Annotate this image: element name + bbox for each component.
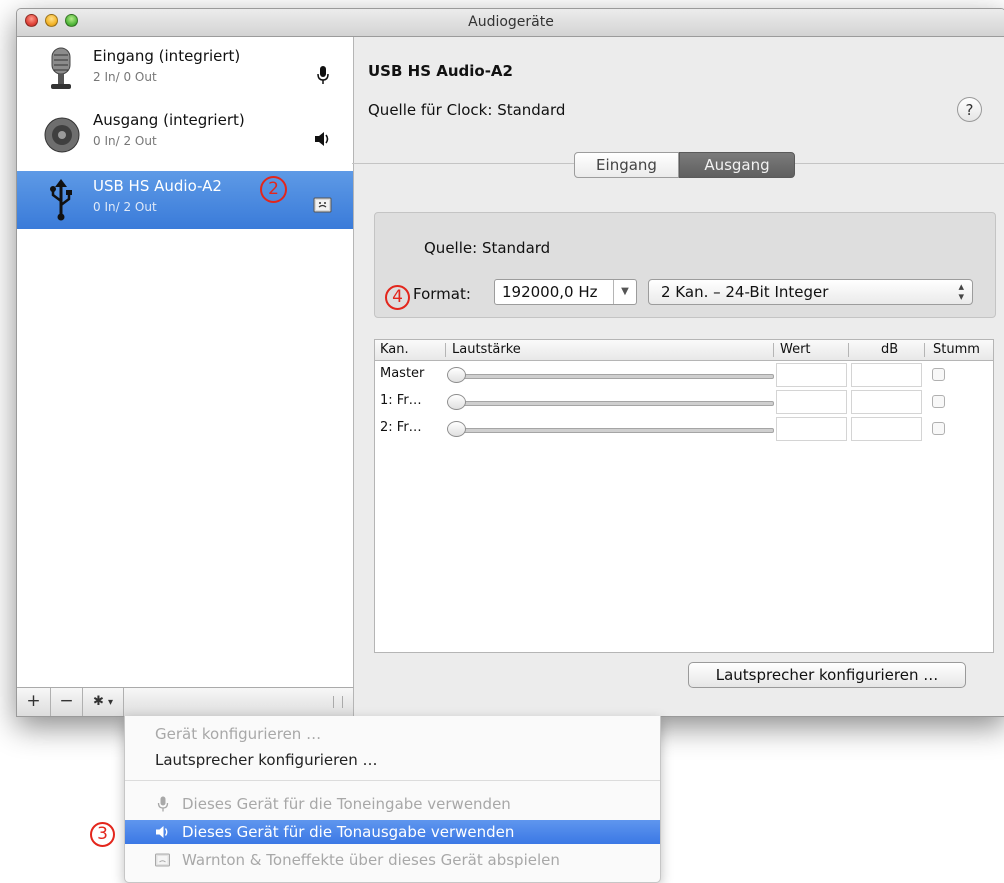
tab-ausgang[interactable]: Ausgang [679, 152, 795, 178]
resize-grip-icon[interactable] [333, 696, 343, 708]
device-io: 0 In/ 2 Out [93, 134, 157, 148]
column-divider [924, 343, 925, 357]
mute-checkbox[interactable] [932, 422, 945, 435]
db-field[interactable] [851, 417, 922, 441]
sample-rate-combobox[interactable]: 192000,0 Hz ▼ [494, 279, 637, 305]
volume-slider[interactable] [457, 401, 774, 406]
menu-item-label: Dieses Gerät für die Toneingabe verwende… [182, 795, 511, 813]
column-header-wert[interactable]: Wert [780, 342, 811, 357]
speaker-small-icon [156, 826, 168, 838]
volume-slider-knob[interactable] [447, 421, 466, 437]
menu-item-label: Gerät konfigurieren … [155, 725, 322, 743]
table-header: Kan. Lautstärke Wert dB Stumm [375, 340, 993, 361]
configure-speakers-button[interactable]: Lautsprecher konfigurieren … [688, 662, 966, 688]
volume-slider[interactable] [457, 374, 774, 379]
volume-slider[interactable] [457, 428, 774, 433]
device-name: Ausgang (integriert) [93, 111, 245, 129]
device-list: Eingang (integriert) 2 In/ 0 Out Ausgang… [17, 37, 354, 687]
db-field[interactable] [851, 363, 922, 387]
sample-rate-value: 192000,0 Hz [502, 283, 598, 301]
device-item-usb-hs-audio[interactable]: USB HS Audio-A2 0 In/ 2 Out [17, 171, 353, 229]
column-header-db[interactable]: dB [881, 342, 898, 357]
table-row: 1: Fr… [375, 390, 993, 415]
column-divider [445, 343, 446, 357]
table-row: 2: Fr… [375, 417, 993, 442]
tab-eingang[interactable]: Eingang [574, 152, 679, 178]
annotation-3: 3 [90, 822, 115, 847]
volume-slider-knob[interactable] [447, 394, 466, 410]
usb-icon [50, 179, 72, 221]
table-row: Master [375, 363, 993, 388]
menu-separator [125, 780, 660, 781]
clock-source-row: Quelle für Clock: Standard [368, 101, 565, 119]
device-name: USB HS Audio-A2 [93, 177, 222, 195]
value-field[interactable] [776, 363, 847, 387]
menu-item-configure-device[interactable]: Gerät konfigurieren … [125, 722, 660, 746]
device-io: 2 In/ 0 Out [93, 70, 157, 84]
column-divider [848, 343, 849, 357]
device-title: USB HS Audio-A2 [368, 62, 513, 80]
mute-checkbox[interactable] [932, 395, 945, 408]
menu-item-label: Lautsprecher konfigurieren … [155, 751, 378, 769]
finder-alert-icon [155, 853, 170, 867]
device-name: Eingang (integriert) [93, 47, 241, 65]
menu-item-use-for-input[interactable]: Dieses Gerät für die Toneingabe verwende… [125, 792, 660, 816]
help-button[interactable]: ? [957, 97, 982, 122]
channel-name: Master [380, 366, 425, 381]
device-item-ausgang[interactable]: Ausgang (integriert) 0 In/ 2 Out [17, 105, 353, 163]
remove-device-button[interactable]: − [51, 688, 83, 716]
value-field[interactable] [776, 417, 847, 441]
menu-item-use-for-output[interactable]: Dieses Gerät für die Tonausgabe verwende… [125, 820, 660, 844]
value-field[interactable] [776, 390, 847, 414]
channel-format-popup[interactable]: 2 Kan. – 24-Bit Integer ▴ ▾ [648, 279, 973, 305]
source-value: Standard [481, 239, 551, 257]
chevron-down-icon: ▾ [108, 697, 114, 708]
gear-context-menu: Gerät konfigurieren … Lautsprecher konfi… [124, 716, 661, 883]
channel-name: 2: Fr… [380, 420, 422, 435]
annotation-2: 2 [260, 176, 287, 203]
column-header-stumm[interactable]: Stumm [933, 342, 980, 357]
speaker-small-icon [315, 132, 329, 146]
menu-item-label: Dieses Gerät für die Tonausgabe verwende… [182, 823, 515, 841]
add-device-button[interactable]: + [17, 688, 51, 716]
menu-item-configure-speakers[interactable]: Lautsprecher konfigurieren … [125, 748, 660, 772]
mute-checkbox[interactable] [932, 368, 945, 381]
gear-icon: ✱ [92, 694, 104, 709]
mic-small-icon [157, 796, 169, 812]
finder-alert-icon [313, 197, 332, 213]
title-bar[interactable]: Audiogeräte [17, 9, 1004, 37]
volume-slider-knob[interactable] [447, 367, 466, 383]
channel-format-value: 2 Kan. – 24-Bit Integer [661, 283, 829, 301]
updown-arrows-icon: ▴ ▾ [958, 280, 964, 303]
window-title: Audiogeräte [468, 14, 554, 30]
annotation-4: 4 [385, 285, 410, 310]
chevron-down-icon[interactable]: ▼ [613, 280, 636, 304]
column-divider [773, 343, 774, 357]
device-io: 0 In/ 2 Out [93, 200, 157, 214]
clock-source-label: Quelle für Clock: [368, 101, 493, 119]
device-item-eingang[interactable]: Eingang (integriert) 2 In/ 0 Out [17, 41, 353, 99]
source-row: Quelle: Standard [424, 239, 550, 257]
volume-table: Kan. Lautstärke Wert dB Stumm Master 1: … [374, 339, 994, 653]
format-label: Format: [413, 285, 471, 303]
gear-menu-button[interactable]: ✱ ▾ [83, 688, 124, 716]
mic-small-icon [317, 66, 329, 84]
speaker-icon [44, 117, 80, 153]
db-field[interactable] [851, 390, 922, 414]
source-label: Quelle: [424, 239, 478, 257]
column-header-kan[interactable]: Kan. [380, 342, 409, 357]
column-header-lautstaerke[interactable]: Lautstärke [452, 342, 521, 357]
channel-name: 1: Fr… [380, 393, 422, 408]
menu-item-label: Warnton & Toneffekte über dieses Gerät a… [182, 851, 560, 869]
microphone-icon [51, 47, 71, 89]
clock-source-value: Standard [497, 101, 566, 119]
sidebar-toolbar: + − ✱ ▾ [17, 687, 354, 716]
menu-item-play-alerts[interactable]: Warnton & Toneffekte über dieses Gerät a… [125, 848, 660, 872]
